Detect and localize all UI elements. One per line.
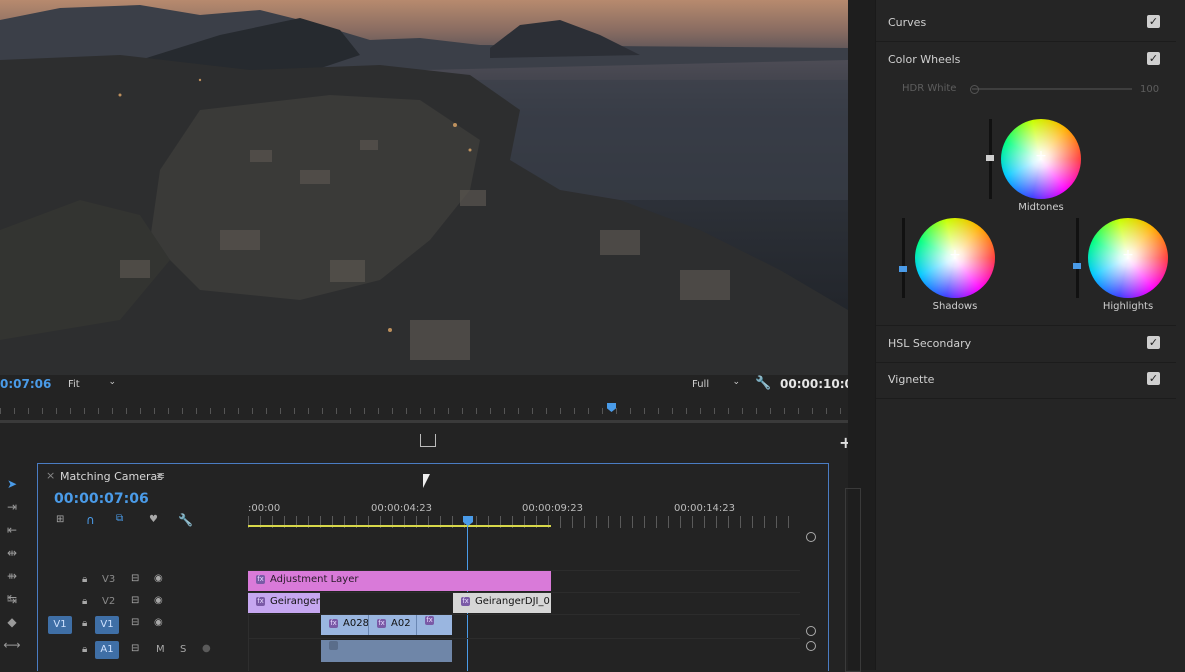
hsl-secondary-section[interactable]: HSL Secondary ✓	[876, 325, 1176, 363]
fx-badge-icon: fx	[377, 618, 386, 628]
rate-stretch-tool-icon[interactable]: ⇻	[2, 567, 22, 585]
clip-label: A02	[391, 618, 411, 629]
sequence-timecode[interactable]: 00:00:07:06	[54, 491, 149, 507]
timeline-panel: × Matching Cameras ≡ 00:00:07:06 ⊞ ∩ ⧉ ♥…	[37, 463, 829, 671]
clip-v1-third[interactable]: fx	[417, 615, 452, 635]
resolution-select[interactable]: Full ⌄	[686, 377, 744, 393]
ruler-tick-label: 00:00:09:23	[522, 503, 584, 514]
timeline-settings-wrench-icon[interactable]: 🔧	[178, 513, 193, 527]
midtones-luma-slider[interactable]	[986, 119, 994, 199]
curves-checkbox[interactable]: ✓	[1147, 15, 1160, 28]
chevron-down-icon: ⌄	[108, 377, 116, 387]
fx-badge-icon: fx	[425, 615, 434, 625]
clip-adjustment-layer[interactable]: fx Adjustment Layer	[248, 571, 551, 591]
lumetri-color-panel: Curves ✓ Color Wheels ✓ HDR White 100 + …	[875, 0, 1185, 670]
crosshair-icon: +	[1035, 148, 1047, 164]
clip-label: A028	[343, 618, 369, 629]
resolution-value: Full	[692, 379, 710, 390]
shadows-luma-slider[interactable]	[899, 218, 907, 298]
playhead-timecode[interactable]: 0:07:06	[0, 377, 51, 391]
vertical-scroll-handle[interactable]	[806, 641, 816, 651]
wrench-icon[interactable]: 🔧	[755, 376, 771, 391]
linked-selection-icon[interactable]: ⧉	[116, 513, 123, 524]
panel-menu-icon[interactable]: ≡	[156, 469, 165, 482]
razor-tool-icon[interactable]: ◆	[2, 613, 22, 631]
ruler-tick-label: 00:00:14:23	[674, 503, 736, 514]
hdr-white-slider	[972, 88, 1132, 90]
zoom-level-value: Fit	[68, 379, 80, 390]
snap-magnet-icon[interactable]: ∩	[86, 513, 95, 527]
curves-section[interactable]: Curves ✓	[876, 5, 1176, 42]
vignette-label: Vignette	[888, 373, 935, 386]
timeline-left-strip	[38, 570, 249, 671]
midtones-luma-knob[interactable]	[986, 155, 994, 161]
vignette-section[interactable]: Vignette ✓	[876, 362, 1176, 399]
selection-tool-icon[interactable]: ➤	[2, 475, 22, 493]
work-area-bar[interactable]	[248, 525, 551, 527]
ripple-edit-tool-icon[interactable]: ⇤	[2, 521, 22, 539]
rolling-edit-tool-icon[interactable]: ⇹	[2, 544, 22, 562]
hsl-secondary-label: HSL Secondary	[888, 337, 972, 350]
crosshair-icon: +	[949, 247, 961, 263]
shadows-luma-knob[interactable]	[899, 266, 907, 272]
slip-tool-icon[interactable]: ↹	[2, 590, 22, 608]
program-monitor-video	[0, 0, 848, 375]
clip-label: Adjustment Layer	[270, 574, 359, 585]
clip-geiranger[interactable]: fx Geiranger	[248, 593, 320, 613]
hdr-white-label: HDR White	[902, 83, 957, 94]
vertical-scroll-handle[interactable]	[806, 626, 816, 636]
color-wheels-section[interactable]: Color Wheels ✓	[876, 42, 1176, 78]
fx-badge-icon: fx	[329, 618, 338, 628]
sequence-tab-title[interactable]: Matching Cameras	[60, 470, 163, 483]
clip-a02[interactable]: fx A02	[369, 615, 417, 635]
fx-badge-icon: fx	[256, 596, 265, 606]
hsl-secondary-checkbox[interactable]: ✓	[1147, 336, 1160, 349]
slide-tool-icon[interactable]: ⟷	[2, 636, 22, 654]
insert-nest-icon[interactable]: ⊞	[56, 514, 64, 525]
audio-clip[interactable]	[321, 640, 452, 662]
fx-badge-icon: fx	[461, 596, 470, 606]
add-marker-icon[interactable]: ♥	[149, 514, 158, 525]
highlights-label: Highlights	[1102, 301, 1154, 312]
monitor-time-ruler[interactable]	[0, 400, 850, 418]
fx-badge-icon	[329, 640, 338, 650]
color-wheels-checkbox[interactable]: ✓	[1147, 52, 1160, 65]
hdr-white-value: 100	[1140, 84, 1160, 95]
shadows-color-wheel[interactable]: +	[915, 218, 995, 298]
tools-panel: ➤ ⇥ ⇤ ⇹ ⇻ ↹ ◆ ⟷	[0, 463, 30, 670]
ruler-tick-label: 00:00:04:23	[371, 503, 433, 514]
audio-meter	[845, 488, 861, 672]
highlights-luma-slider[interactable]	[1073, 218, 1081, 298]
curves-label: Curves	[888, 16, 927, 29]
midtones-color-wheel[interactable]: +	[1001, 119, 1081, 199]
clip-a028[interactable]: fx A028	[321, 615, 369, 635]
vertical-scroll-handle[interactable]	[806, 532, 816, 542]
track-select-tool-icon[interactable]: ⇥	[2, 498, 22, 516]
mouse-cursor-icon	[423, 474, 430, 488]
highlights-luma-knob[interactable]	[1073, 263, 1081, 269]
ruler-tick-label: :00:00	[248, 503, 281, 514]
clip-label: Geiranger	[270, 596, 320, 607]
clip-geiranger-dji[interactable]: fx GeirangerDJI_0	[453, 593, 551, 613]
vignette-checkbox[interactable]: ✓	[1147, 372, 1160, 385]
crosshair-icon: +	[1122, 247, 1134, 263]
monitor-scrollbar[interactable]	[0, 420, 852, 423]
export-frame-icon[interactable]	[420, 434, 436, 447]
close-tab-icon[interactable]: ×	[46, 469, 55, 482]
hdr-white-knob	[970, 85, 979, 94]
clip-label: GeirangerDJI_0	[475, 596, 550, 607]
fx-badge-icon: fx	[256, 574, 265, 584]
chevron-down-icon: ⌄	[732, 377, 740, 387]
midtones-label: Midtones	[1018, 202, 1064, 213]
color-wheels-label: Color Wheels	[888, 53, 961, 66]
highlights-color-wheel[interactable]: +	[1088, 218, 1168, 298]
shadows-label: Shadows	[932, 301, 978, 312]
zoom-level-select[interactable]: Fit ⌄	[62, 377, 120, 393]
